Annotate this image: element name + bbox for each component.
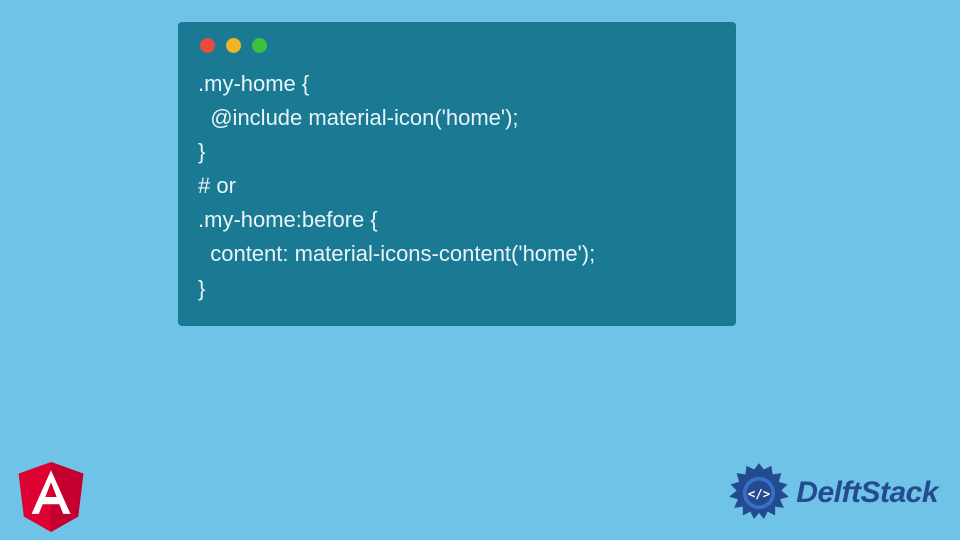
code-line: .my-home:before { bbox=[198, 207, 378, 232]
minimize-icon bbox=[226, 38, 241, 53]
close-icon bbox=[200, 38, 215, 53]
code-line: @include material-icon('home'); bbox=[198, 105, 519, 130]
code-line: } bbox=[198, 276, 205, 301]
brand-name: DelftStack bbox=[796, 476, 938, 510]
code-line: .my-home { bbox=[198, 71, 309, 96]
maximize-icon bbox=[252, 38, 267, 53]
code-block: .my-home { @include material-icon('home'… bbox=[198, 67, 716, 306]
code-line: } bbox=[198, 139, 205, 164]
delftstack-emblem-icon: </> bbox=[728, 462, 790, 524]
code-line: # or bbox=[198, 173, 236, 198]
angular-logo-icon bbox=[18, 462, 84, 532]
window-controls bbox=[200, 38, 716, 53]
code-window: .my-home { @include material-icon('home'… bbox=[178, 22, 736, 326]
delftstack-logo: </> DelftStack bbox=[728, 462, 938, 524]
svg-text:</>: </> bbox=[748, 486, 770, 501]
code-line: content: material-icons-content('home'); bbox=[198, 241, 595, 266]
